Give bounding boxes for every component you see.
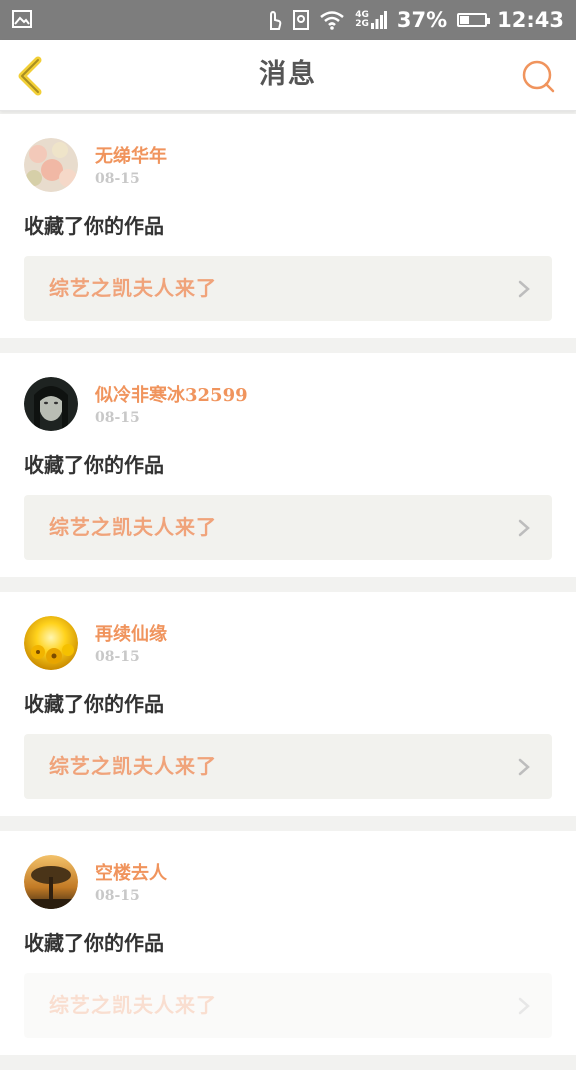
- clock: 12:43: [497, 8, 564, 32]
- chevron-right-icon: [518, 280, 530, 298]
- battery-percent: 37%: [396, 8, 448, 32]
- chevron-right-icon: [518, 758, 530, 776]
- work-title: 综艺之凯夫人来了: [49, 993, 217, 1017]
- search-icon[interactable]: [520, 58, 556, 94]
- message-text: 收藏了你的作品: [24, 692, 164, 716]
- gallery-icon: [12, 10, 32, 28]
- work-link[interactable]: 综艺之凯夫人来了: [24, 256, 552, 321]
- chevron-right-icon: [518, 997, 530, 1015]
- nav-bar: 消息: [0, 40, 576, 111]
- avatar[interactable]: [24, 138, 78, 192]
- message-date: 08-15: [95, 888, 140, 904]
- signal-icon: [370, 11, 387, 29]
- work-link[interactable]: 综艺之凯夫人来了: [24, 495, 552, 560]
- sim-icon: [293, 10, 310, 30]
- message-text: 收藏了你的作品: [24, 453, 164, 477]
- message-date: 08-15: [95, 649, 140, 665]
- work-title: 综艺之凯夫人来了: [49, 754, 217, 778]
- work-link[interactable]: 综艺之凯夫人来了: [24, 734, 552, 799]
- status-bar: 4G 2G 37% 12:43: [0, 0, 576, 40]
- network-type: 4G 2G: [355, 10, 369, 29]
- username[interactable]: 无绨华年: [95, 142, 167, 168]
- battery-icon: [457, 13, 491, 27]
- message-date: 08-15: [95, 171, 140, 187]
- message-card: 无绨华年 08-15 收藏了你的作品 综艺之凯夫人来了: [0, 114, 576, 338]
- message-card: 再续仙缘 08-15 收藏了你的作品 综艺之凯夫人来了: [0, 592, 576, 816]
- message-card: 空楼去人 08-15 收藏了你的作品 综艺之凯夫人来了: [0, 831, 576, 1055]
- work-title: 综艺之凯夫人来了: [49, 515, 217, 539]
- work-link[interactable]: 综艺之凯夫人来了: [24, 973, 552, 1038]
- avatar[interactable]: [24, 616, 78, 670]
- username[interactable]: 再续仙缘: [95, 620, 167, 646]
- message-date: 08-15: [95, 410, 140, 426]
- touch-icon: [270, 10, 282, 30]
- message-text: 收藏了你的作品: [24, 931, 164, 955]
- username[interactable]: 空楼去人: [95, 859, 167, 885]
- page-title: 消息: [259, 59, 317, 90]
- username[interactable]: 似冷非寒冰32599: [95, 381, 248, 407]
- avatar[interactable]: [24, 855, 78, 909]
- chevron-right-icon: [518, 519, 530, 537]
- message-text: 收藏了你的作品: [24, 214, 164, 238]
- message-list: 无绨华年 08-15 收藏了你的作品 综艺之凯夫人来了 似冷非寒冰32599 0…: [0, 114, 576, 1070]
- work-title: 综艺之凯夫人来了: [49, 276, 217, 300]
- avatar[interactable]: [24, 377, 78, 431]
- message-card: 似冷非寒冰32599 08-15 收藏了你的作品 综艺之凯夫人来了: [0, 353, 576, 577]
- wifi-icon: [320, 11, 345, 30]
